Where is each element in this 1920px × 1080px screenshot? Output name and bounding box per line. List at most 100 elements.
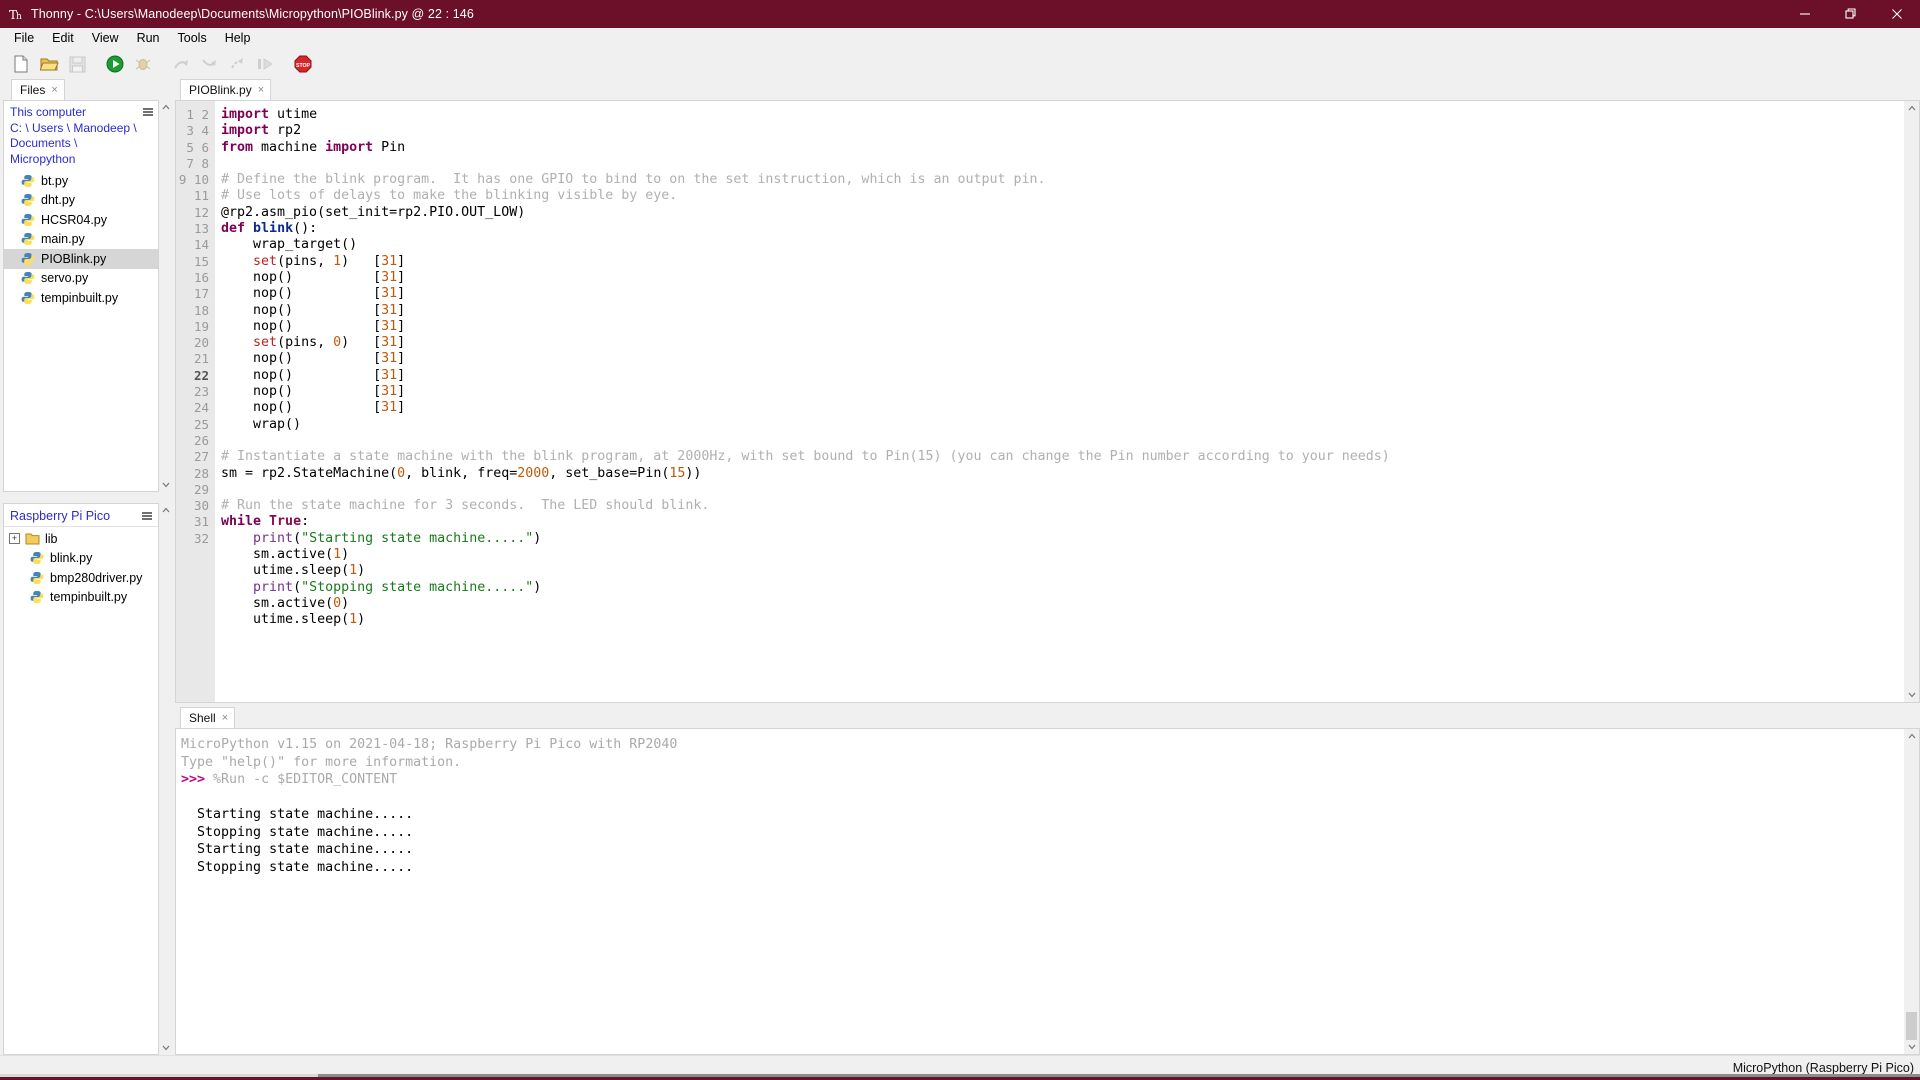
minimize-button[interactable] bbox=[1782, 0, 1828, 28]
device-scrollbar[interactable] bbox=[159, 503, 172, 1055]
list-item-label: bt.py bbox=[41, 173, 69, 188]
breadcrumb-path-line-1[interactable]: C: \ Users \ Manodeep \ bbox=[10, 121, 142, 137]
shell-scrollbar[interactable] bbox=[1904, 729, 1919, 1054]
shell-scroll-thumb[interactable] bbox=[1906, 1012, 1917, 1040]
tab-shell[interactable]: Shell × bbox=[180, 707, 236, 728]
shell-output[interactable]: MicroPython v1.15 on 2021-04-18; Raspber… bbox=[176, 729, 1904, 1054]
list-item-label: lib bbox=[45, 531, 58, 546]
close-button[interactable] bbox=[1874, 0, 1920, 28]
breadcrumb-root[interactable]: This computer bbox=[10, 105, 142, 121]
files-list: bt.py dht.py HCSR04.py main.py PIOBlink.… bbox=[4, 171, 158, 308]
run-icon[interactable] bbox=[102, 51, 128, 77]
scroll-up-icon[interactable] bbox=[1908, 729, 1916, 743]
list-item[interactable]: servo.py bbox=[4, 269, 158, 289]
breadcrumb: This computer C: \ Users \ Manodeep \ Do… bbox=[10, 105, 142, 167]
tab-files[interactable]: Files × bbox=[11, 79, 65, 100]
files-panel-body: This computer C: \ Users \ Manodeep \ Do… bbox=[3, 100, 159, 492]
shell-prompt: >>> bbox=[181, 772, 206, 787]
shell-tab-label: Shell bbox=[189, 711, 216, 725]
menu-tools[interactable]: Tools bbox=[169, 29, 216, 48]
close-icon[interactable]: × bbox=[222, 712, 228, 724]
shell-output-line: Starting state machine..... bbox=[197, 842, 414, 857]
menu-edit[interactable]: Edit bbox=[43, 29, 83, 48]
resume-icon bbox=[252, 51, 278, 77]
list-item-label: tempinbuilt.py bbox=[41, 290, 119, 305]
device-panel-header: Raspberry Pi Pico bbox=[4, 504, 158, 527]
shell-output-line: Stopping state machine..... bbox=[197, 824, 414, 840]
hamburger-icon[interactable] bbox=[142, 105, 154, 119]
shell-output-line: Starting state machine..... bbox=[197, 807, 414, 822]
files-panel-header: This computer C: \ Users \ Manodeep \ Do… bbox=[4, 101, 158, 169]
list-item[interactable]: bt.py bbox=[4, 171, 158, 191]
device-panel-body: Raspberry Pi Pico + lib blink.py bmp280d… bbox=[3, 503, 159, 1055]
list-item[interactable]: tempinbuilt.py bbox=[4, 588, 158, 608]
editor-tab-row: PIOBlink.py × bbox=[175, 79, 1920, 100]
list-item[interactable]: bmp280driver.py bbox=[4, 568, 158, 588]
list-item-folder[interactable]: + lib bbox=[4, 529, 158, 549]
list-item[interactable]: main.py bbox=[4, 230, 158, 250]
interpreter-status[interactable]: MicroPython (Raspberry Pi Pico) bbox=[1733, 1061, 1914, 1075]
editor-tab-label: PIOBlink.py bbox=[189, 83, 252, 97]
list-item[interactable]: blink.py bbox=[4, 549, 158, 569]
scroll-down-icon[interactable] bbox=[162, 1041, 170, 1055]
shell-command: %Run -c $EDITOR_CONTENT bbox=[213, 772, 398, 787]
menu-file[interactable]: File bbox=[5, 29, 43, 48]
menu-run[interactable]: Run bbox=[128, 29, 169, 48]
list-item-selected[interactable]: PIOBlink.py bbox=[4, 249, 158, 269]
shell-body: MicroPython v1.15 on 2021-04-18; Raspber… bbox=[175, 728, 1920, 1055]
shell-banner-line-1: MicroPython v1.15 on 2021-04-18; Raspber… bbox=[181, 737, 678, 752]
python-file-icon bbox=[21, 232, 35, 246]
menu-help[interactable]: Help bbox=[216, 29, 260, 48]
shell-banner-line-2: Type "help()" for more information. bbox=[181, 754, 462, 770]
editor-panel: PIOBlink.py × 1 2 3 4 5 6 7 8 9 10 11 12… bbox=[175, 79, 1920, 703]
open-file-icon[interactable] bbox=[36, 51, 62, 77]
files-scrollbar[interactable] bbox=[159, 100, 172, 492]
list-item-label: bmp280driver.py bbox=[50, 570, 143, 585]
title-bar: T h Thonny - C:\Users\Manodeep\Documents… bbox=[0, 0, 1920, 28]
device-panel-title: Raspberry Pi Pico bbox=[10, 509, 111, 523]
menu-bar: File Edit View Run Tools Help bbox=[0, 28, 1920, 49]
save-file-icon bbox=[64, 51, 90, 77]
python-file-icon bbox=[21, 291, 35, 305]
scroll-down-icon[interactable] bbox=[1908, 1040, 1916, 1054]
toolbar: STOP bbox=[0, 49, 1920, 79]
scroll-down-icon[interactable] bbox=[162, 478, 170, 492]
folder-icon bbox=[25, 532, 40, 545]
list-item[interactable]: tempinbuilt.py bbox=[4, 288, 158, 308]
list-item-label: main.py bbox=[41, 232, 85, 247]
list-item-label: dht.py bbox=[41, 193, 76, 208]
list-item-label: servo.py bbox=[41, 271, 89, 286]
breadcrumb-path-line-2[interactable]: Documents \ Micropython bbox=[10, 136, 142, 167]
list-item[interactable]: dht.py bbox=[4, 191, 158, 211]
scroll-up-icon[interactable] bbox=[1908, 101, 1916, 115]
python-file-icon bbox=[21, 213, 35, 227]
hamburger-icon[interactable] bbox=[141, 509, 153, 523]
new-file-icon[interactable] bbox=[8, 51, 34, 77]
close-icon[interactable]: × bbox=[258, 84, 264, 96]
step-over-icon bbox=[168, 51, 194, 77]
expand-icon[interactable]: + bbox=[9, 533, 20, 545]
stop-icon[interactable]: STOP bbox=[290, 51, 316, 77]
scroll-up-icon[interactable] bbox=[162, 503, 170, 517]
close-icon[interactable]: × bbox=[51, 84, 57, 96]
main-area: Files × This computer C: \ Users \ Manod… bbox=[0, 79, 1920, 1055]
tab-pioblink-py[interactable]: PIOBlink.py × bbox=[180, 79, 272, 100]
shell-tab-row: Shell × bbox=[175, 707, 1920, 728]
list-item-label: HCSR04.py bbox=[41, 212, 107, 227]
tab-files-label: Files bbox=[20, 83, 46, 97]
window-controls bbox=[1782, 0, 1920, 28]
python-file-icon bbox=[30, 551, 44, 565]
window-title: Thonny - C:\Users\Manodeep\Documents\Mic… bbox=[31, 7, 474, 21]
scroll-down-icon[interactable] bbox=[1908, 688, 1916, 702]
editor-scrollbar[interactable] bbox=[1904, 101, 1919, 702]
maximize-button[interactable] bbox=[1828, 0, 1874, 28]
line-number-gutter: 1 2 3 4 5 6 7 8 9 10 11 12 13 14 15 16 1… bbox=[176, 101, 215, 702]
scroll-up-icon[interactable] bbox=[162, 100, 170, 114]
list-item[interactable]: HCSR04.py bbox=[4, 210, 158, 230]
menu-view[interactable]: View bbox=[83, 29, 128, 48]
panel-splitter[interactable] bbox=[3, 492, 172, 503]
code-editor[interactable]: import utime import rp2 from machine imp… bbox=[215, 101, 1904, 702]
list-item-label: blink.py bbox=[50, 551, 93, 566]
list-item-label: tempinbuilt.py bbox=[50, 590, 128, 605]
python-file-icon bbox=[30, 590, 44, 604]
